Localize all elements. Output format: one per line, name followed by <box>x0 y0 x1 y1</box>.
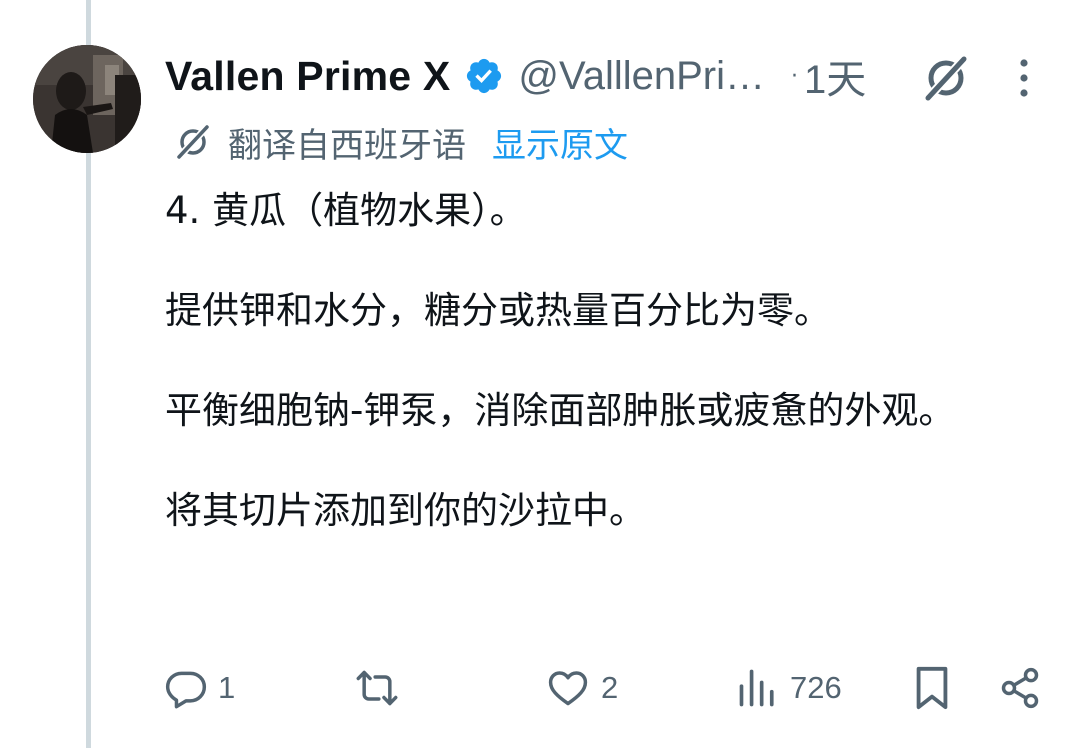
more-icon[interactable] <box>1012 56 1036 100</box>
separator-dot: · <box>791 63 799 89</box>
like-count: 2 <box>601 670 619 705</box>
like-icon <box>548 671 588 706</box>
reply-count: 1 <box>218 670 236 705</box>
user-handle[interactable]: @ValllenPri… <box>518 54 765 99</box>
reply-icon <box>165 671 207 709</box>
translation-notice: 翻译自西班牙语 显示原文 <box>174 118 628 166</box>
verified-badge-icon <box>464 56 504 96</box>
share-button[interactable] <box>998 660 1042 716</box>
translation-label: 翻译自西班牙语 <box>228 125 466 166</box>
repost-icon <box>356 670 398 706</box>
bookmark-button[interactable] <box>912 660 952 716</box>
tweet-paragraph: 4. 黄瓜（植物水果）。 <box>165 189 527 232</box>
repost-button[interactable] <box>354 660 410 716</box>
display-name[interactable]: Vallen Prime X <box>165 53 450 100</box>
grok-icon[interactable] <box>920 52 972 104</box>
tweet-page: Vallen Prime X @ValllenPri… · 1天 翻译自西班牙语… <box>0 0 1080 748</box>
bookmark-icon <box>916 666 948 710</box>
translate-icon <box>174 123 212 161</box>
tweet-paragraph: 提供钾和水分，糖分或热量百分比为零。 <box>165 289 831 332</box>
reply-button[interactable]: 1 <box>164 660 235 716</box>
views-icon <box>739 669 774 707</box>
action-bar: 1 2 726 <box>0 660 1080 716</box>
tweet-text: 4. 黄瓜（植物水果）。 提供钾和水分，糖分或热量百分比为零。 平衡细胞钠-钾泵… <box>165 183 1045 583</box>
views-button[interactable]: 726 <box>736 660 842 716</box>
views-count: 726 <box>790 670 842 705</box>
share-icon <box>1001 667 1039 709</box>
show-original-link[interactable]: 显示原文 <box>492 118 628 167</box>
tweet-header: Vallen Prime X @ValllenPri… · 1天 <box>165 48 866 104</box>
avatar[interactable] <box>33 45 141 153</box>
timestamp[interactable]: 1天 <box>804 47 866 105</box>
tweet-paragraph: 将其切片添加到你的沙拉中。 <box>165 489 646 532</box>
tweet-paragraph: 平衡细胞钠-钾泵，消除面部肿胀或疲惫的外观。 <box>165 389 956 432</box>
like-button[interactable]: 2 <box>545 660 618 716</box>
